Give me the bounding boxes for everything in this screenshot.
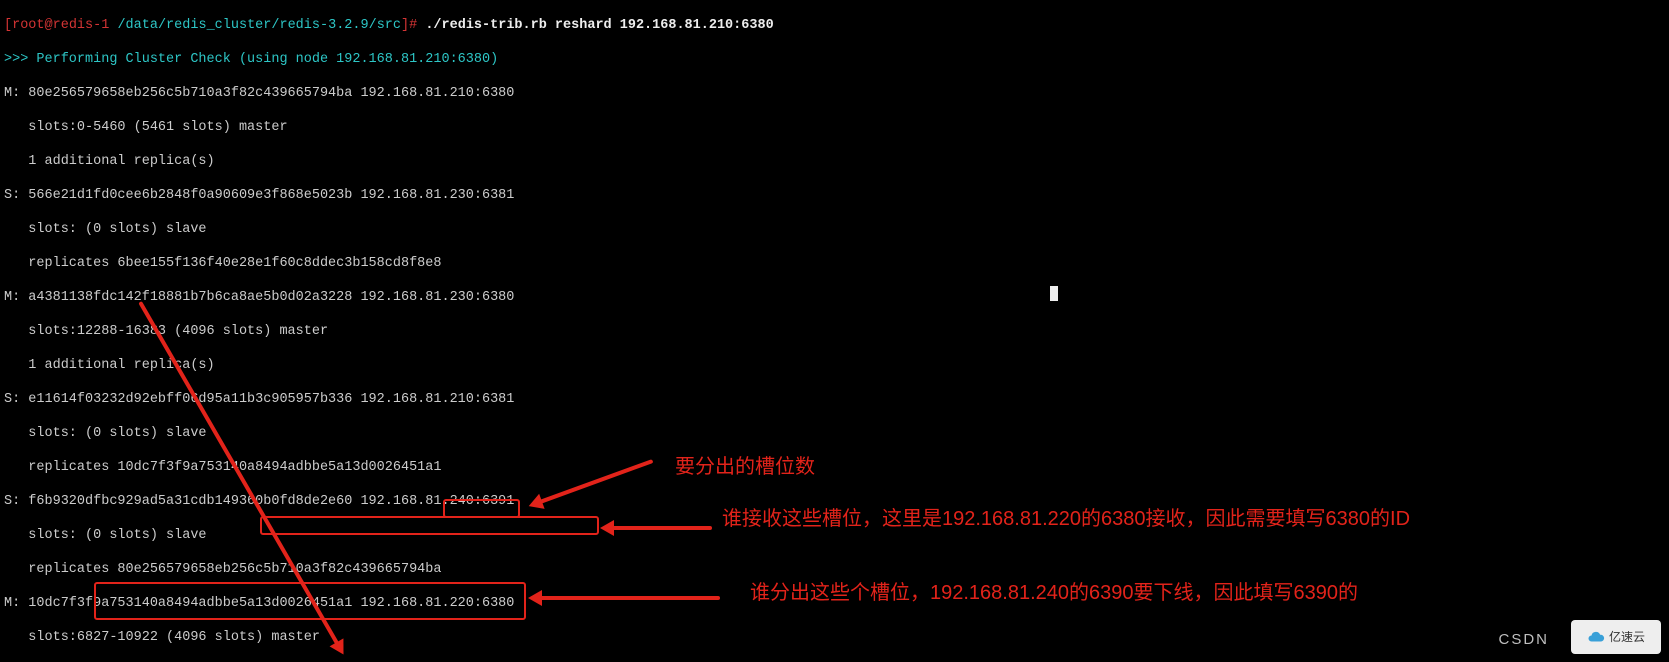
line-master1: M: 80e256579658eb256c5b710a3f82c43966579…	[4, 85, 774, 102]
line-slave1-rep: replicates 6bee155f136f40e28e1f60c8ddec3…	[4, 255, 774, 272]
prompt-at: @	[45, 18, 53, 33]
line-master2-slots: slots:12288-16383 (4096 slots) master	[4, 323, 774, 340]
prompt-user: root	[12, 18, 44, 33]
line-master1-replica: 1 additional replica(s)	[4, 153, 774, 170]
line-slave2: S: e11614f03232d92ebff06d95a11b3c905957b…	[4, 391, 774, 408]
line-master1-slots: slots:0-5460 (5461 slots) master	[4, 119, 774, 136]
line-slave1-slots: slots: (0 slots) slave	[4, 221, 774, 238]
annotation-text-1: 要分出的槽位数	[675, 454, 815, 480]
watermark-logo-text: 亿速云	[1609, 629, 1645, 646]
annotation-arrow-3-icon	[540, 596, 720, 600]
watermark-logo: 亿速云	[1571, 620, 1661, 654]
line-slave1: S: 566e21d1fd0cee6b2848f0a90609e3f868e50…	[4, 187, 774, 204]
watermark-csdn: CSDN	[1498, 631, 1549, 648]
annotation-arrow-2-icon	[612, 526, 712, 530]
line-slave2-rep: replicates 10dc7f3f9a753140a8494adbbe5a1…	[4, 459, 774, 476]
line-master2-replica: 1 additional replica(s)	[4, 357, 774, 374]
annotation-text-2: 谁接收这些槽位，这里是192.168.81.220的6380接收，因此需要填写6…	[722, 506, 1410, 532]
prompt-host: redis-1	[53, 18, 110, 33]
prompt-rbracket: ]#	[401, 18, 425, 33]
annotation-text-3: 谁分出这些个槽位，192.168.81.240的6390要下线，因此填写6390…	[750, 580, 1358, 606]
cloud-icon	[1587, 628, 1605, 646]
line-slave3: S: f6b9320dfbc929ad5a31cdb149360b0fd8de2…	[4, 493, 774, 510]
line-master2: M: a4381138fdc142f18881b7b6ca8ae5b0d02a3…	[4, 289, 774, 306]
line-master3-slots: slots:6827-10922 (4096 slots) master	[4, 629, 774, 646]
prompt-path: /data/redis_cluster/redis-3.2.9/src	[117, 18, 401, 33]
prompt-cmd: ./redis-trib.rb reshard 192.168.81.210:6…	[425, 18, 773, 33]
line-slave3-rep: replicates 80e256579658eb256c5b710a3f82c…	[4, 561, 774, 578]
line-slave2-slots: slots: (0 slots) slave	[4, 425, 774, 442]
text-caret-icon	[1050, 286, 1058, 301]
prompt-line: [root@redis-1 /data/redis_cluster/redis-…	[4, 17, 774, 34]
prompt-lbracket: [	[4, 18, 12, 33]
line-check-header: >>> Performing Cluster Check (using node…	[4, 51, 774, 68]
terminal-output: [root@redis-1 /data/redis_cluster/redis-…	[4, 0, 774, 662]
